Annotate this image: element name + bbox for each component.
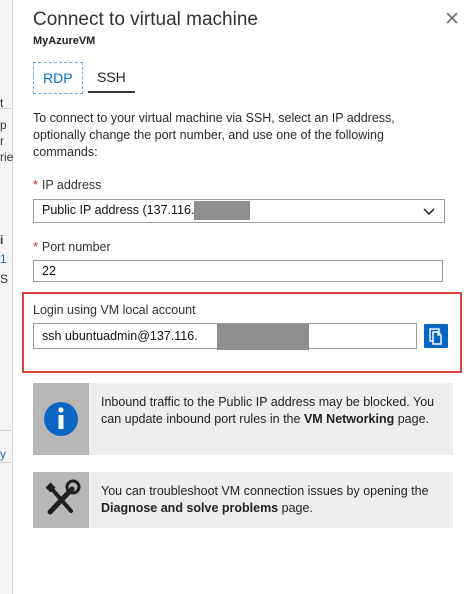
login-highlight-box: Login using VM local account ssh ubuntua… xyxy=(22,292,462,373)
blade-title: Connect to virtual machine xyxy=(33,9,258,30)
ip-address-select[interactable]: Public IP address (137.116. xyxy=(33,199,445,223)
redacted-block xyxy=(217,324,309,350)
required-mark: * xyxy=(33,240,38,254)
ip-address-label-text: IP address xyxy=(41,178,102,192)
divider xyxy=(0,430,11,431)
troubleshoot-text: You can troubleshoot VM connection issue… xyxy=(101,484,429,515)
intro-text: To connect to your virtual machine via S… xyxy=(33,111,395,159)
edge-text: p xyxy=(0,118,7,132)
info-icon-panel xyxy=(33,383,89,455)
copy-icon xyxy=(429,328,442,345)
port-label-text: Port number xyxy=(41,240,111,254)
tools-icon xyxy=(45,479,81,515)
ip-address-value: Public IP address (137.116. xyxy=(42,203,195,217)
tab-ssh[interactable]: SSH xyxy=(88,62,135,93)
vm-networking-link[interactable]: VM Networking xyxy=(304,412,394,426)
edge-text: i xyxy=(0,233,4,247)
connect-blade: Connect to virtual machine MyAzureVM ✕ R… xyxy=(13,0,474,594)
close-icon[interactable]: ✕ xyxy=(444,8,460,31)
ssh-command-value: ssh ubuntuadmin@137.116. xyxy=(42,329,198,343)
inbound-traffic-notice: Inbound traffic to the Public IP address… xyxy=(33,383,453,455)
edge-text: rie xyxy=(0,150,14,164)
login-label: Login using VM local account xyxy=(33,303,196,317)
divider xyxy=(0,108,11,109)
divider xyxy=(0,462,11,463)
background-page-edge: t p r rie i 1 S y xyxy=(0,0,13,594)
edge-link[interactable]: y xyxy=(0,447,6,461)
edge-text: r xyxy=(0,134,4,148)
ip-address-label: * IP address xyxy=(33,178,101,192)
required-mark: * xyxy=(33,178,38,192)
diagnose-link[interactable]: Diagnose and solve problems xyxy=(101,501,278,515)
redacted-block xyxy=(194,201,250,220)
tab-rdp[interactable]: RDP xyxy=(33,62,83,94)
tools-icon-panel xyxy=(33,472,89,528)
edge-text: S xyxy=(0,272,9,286)
copy-button[interactable] xyxy=(424,324,448,348)
blade-subtitle: MyAzureVM xyxy=(33,35,96,47)
port-field[interactable]: 22 xyxy=(33,260,443,282)
port-value: 22 xyxy=(42,264,56,278)
chevron-down-icon[interactable] xyxy=(422,201,436,222)
info-icon xyxy=(44,402,78,436)
edge-link[interactable]: 1 xyxy=(0,252,7,266)
port-label: * Port number xyxy=(33,240,111,254)
inbound-traffic-text: Inbound traffic to the Public IP address… xyxy=(101,395,435,426)
troubleshoot-notice: You can troubleshoot VM connection issue… xyxy=(33,472,453,528)
ssh-command-field[interactable]: ssh ubuntuadmin@137.116. xyxy=(33,323,417,350)
